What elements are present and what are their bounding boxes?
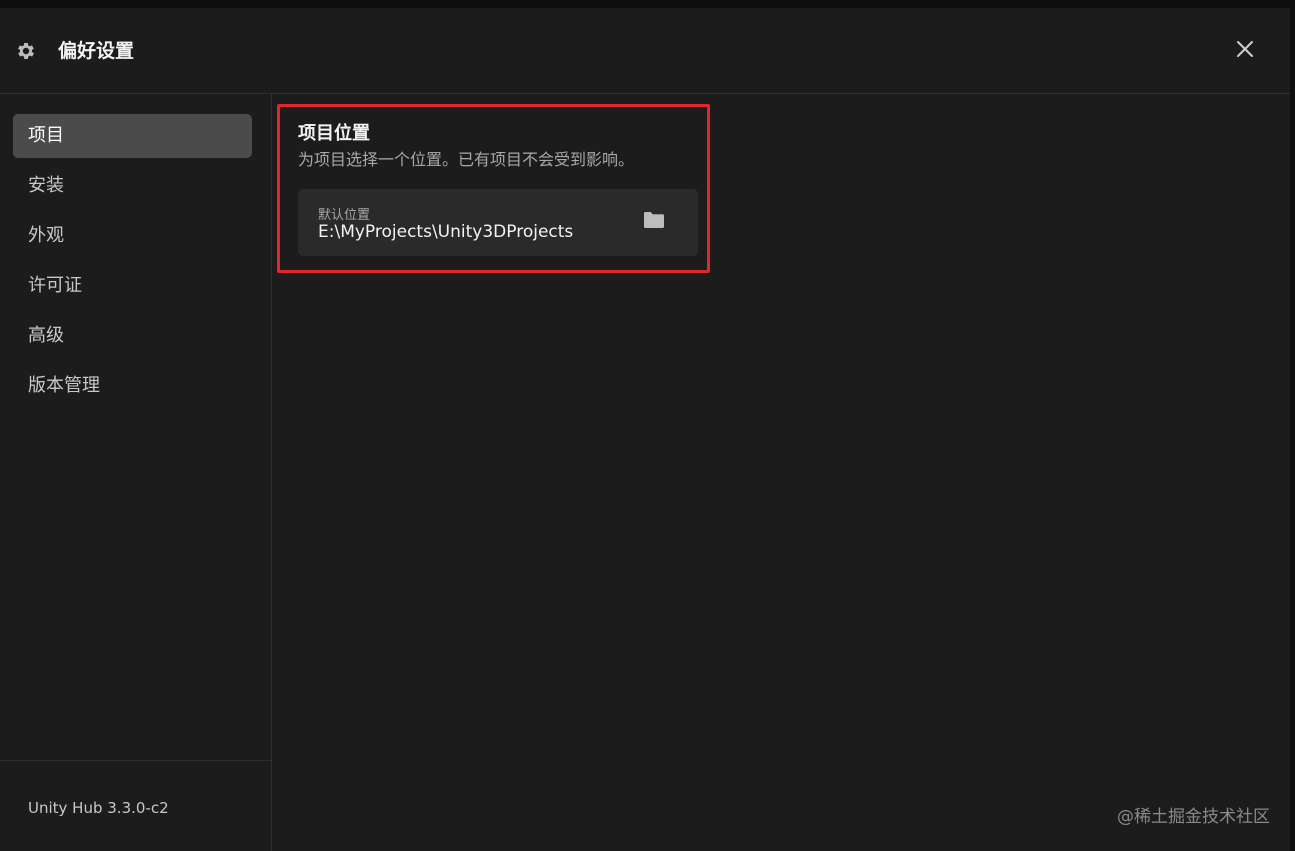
sidebar-item-projects[interactable]: 项目 [13, 114, 252, 158]
main-panel: 项目位置 为项目选择一个位置。已有项目不会受到影响。 默认位置 E:\MyPro… [272, 94, 1290, 851]
sidebar-item-advanced[interactable]: 高级 [13, 314, 252, 358]
section-description: 为项目选择一个位置。已有项目不会受到影响。 [298, 150, 635, 169]
sidebar-footer: Unity Hub 3.3.0-c2 [0, 760, 271, 851]
default-location-label: 默认位置 [318, 208, 371, 223]
section-title: 项目位置 [298, 123, 370, 144]
folder-icon[interactable] [642, 209, 666, 231]
watermark: @稀土掘金技术社区 [1117, 807, 1270, 827]
default-location-path: E:\MyProjects\Unity3DProjects [318, 222, 574, 242]
default-location-card[interactable]: 默认位置 E:\MyProjects\Unity3DProjects [298, 189, 698, 256]
page-title: 偏好设置 [58, 40, 135, 62]
sidebar-item-installs[interactable]: 安装 [13, 164, 252, 208]
sidebar-item-appearance[interactable]: 外观 [13, 214, 252, 258]
sidebar: 项目 安装 外观 许可证 高级 版本管理 Unity Hub 3.3.0-c2 [0, 94, 272, 851]
gear-icon [18, 43, 34, 59]
close-icon[interactable] [1232, 36, 1258, 62]
sidebar-item-version-control[interactable]: 版本管理 [13, 364, 252, 408]
header: 偏好设置 [0, 8, 1290, 94]
preferences-window: 偏好设置 项目 安装 外观 许可证 高级 版本管理 Unity Hub 3.3.… [0, 8, 1290, 851]
sidebar-item-licenses[interactable]: 许可证 [13, 264, 252, 308]
version-label: Unity Hub 3.3.0-c2 [28, 799, 169, 817]
